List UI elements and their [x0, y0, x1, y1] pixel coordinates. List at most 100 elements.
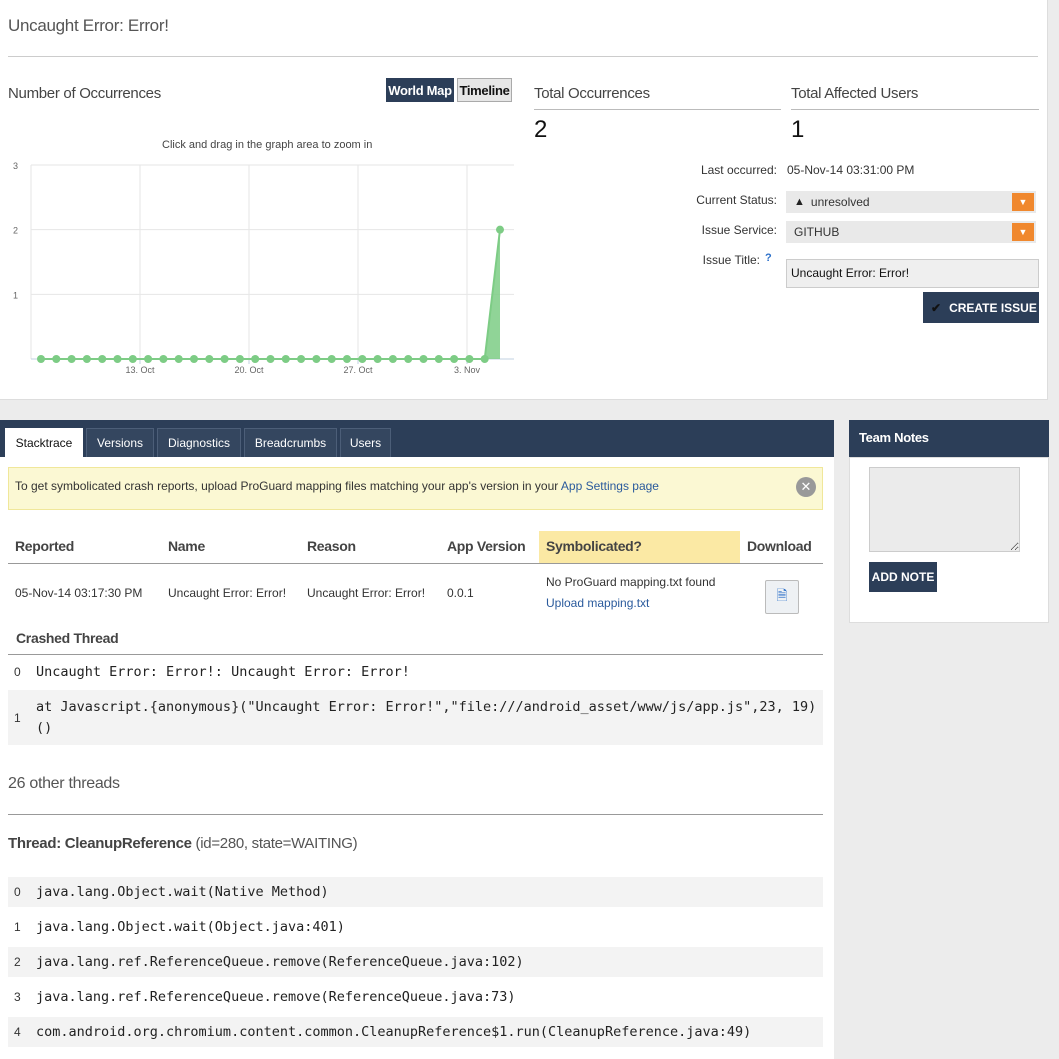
team-notes-panel: ADD NOTE — [849, 457, 1049, 623]
crashed-thread-divider — [8, 654, 823, 655]
data-point — [343, 355, 351, 363]
data-point — [113, 355, 122, 363]
other-threads-divider — [8, 814, 823, 815]
cell-app-version: 0.0.1 — [447, 586, 474, 600]
issue-title-label: Issue Title: — [702, 253, 760, 267]
col-reported: Reported — [15, 538, 75, 554]
frame-text: com.android.org.chromium.content.common.… — [36, 1024, 752, 1040]
create-issue-label: CREATE ISSUE — [949, 300, 1037, 315]
download-button[interactable]: 🗎 — [765, 580, 799, 614]
thread-name: Thread: CleanupReference — [8, 835, 192, 852]
status-label: Current Status: — [696, 193, 777, 207]
y-tick-label: 2 — [13, 226, 18, 236]
frame-number: 1 — [14, 920, 21, 934]
frame-text: java.lang.Object.wait(Object.java:401) — [36, 919, 345, 935]
issue-service-select[interactable]: GITHUB ▼ — [786, 221, 1036, 243]
upload-mapping-link[interactable]: Upload mapping.txt — [546, 596, 649, 610]
team-notes-title: Team Notes — [849, 420, 1049, 457]
error-summary-panel: Uncaught Error: Error! Number of Occurre… — [0, 0, 1048, 400]
data-point — [496, 225, 504, 234]
team-notes-input[interactable] — [869, 467, 1020, 552]
col-symbolicated: Symbolicated? — [546, 538, 642, 554]
data-point — [281, 355, 290, 363]
frame-number: 0 — [14, 885, 21, 899]
data-point — [52, 355, 61, 363]
data-point — [205, 355, 214, 363]
issue-service-label: Issue Service: — [701, 223, 777, 237]
tab-diagnostics[interactable]: Diagnostics — [157, 428, 241, 457]
data-point — [159, 355, 168, 363]
total-occurrences-value: 2 — [534, 116, 548, 143]
tab-breadcrumbs[interactable]: Breadcrumbs — [244, 428, 337, 457]
app-settings-link[interactable]: App Settings page — [561, 479, 659, 493]
x-tick-label: 27. Oct — [343, 365, 373, 375]
cell-reason: Uncaught Error: Error! — [307, 586, 426, 600]
last-occurred-value: 05-Nov-14 03:31:00 PM — [787, 163, 915, 177]
thread-frame-4: 4 com.android.org.chromium.content.commo… — [8, 1017, 823, 1047]
create-issue-button[interactable]: ✔ CREATE ISSUE — [923, 292, 1039, 323]
thread-frame-0: 0 java.lang.Object.wait(Native Method) — [8, 877, 823, 907]
chart-hint: Click and drag in the graph area to zoom… — [162, 139, 373, 151]
data-point — [220, 355, 229, 363]
data-point — [450, 355, 459, 363]
data-point — [327, 355, 336, 363]
frame-number: 1 — [14, 710, 21, 725]
timeline-button[interactable]: Timeline — [457, 78, 512, 102]
occurrences-chart[interactable]: 1 2 3 13. Oct 20. Oct 27. Oct 3. Nov — [0, 155, 520, 380]
tab-versions[interactable]: Versions — [86, 428, 154, 457]
data-point — [312, 355, 321, 363]
thread-meta: (id=280, state=WAITING) — [191, 835, 358, 852]
data-point — [358, 355, 367, 363]
data-point — [419, 355, 428, 363]
frame-number: 3 — [14, 990, 21, 1004]
frame-number: 2 — [14, 955, 21, 969]
tab-stacktrace[interactable]: Stacktrace — [5, 428, 83, 457]
thread-frame-2: 2 java.lang.ref.ReferenceQueue.remove(Re… — [8, 947, 823, 977]
page-title: Uncaught Error: Error! — [8, 16, 169, 35]
data-point — [98, 355, 107, 363]
frame-text: at Javascript.{anonymous}("Uncaught Erro… — [36, 698, 817, 736]
cell-name: Uncaught Error: Error! — [168, 586, 287, 600]
table-divider — [8, 563, 823, 564]
world-map-button[interactable]: World Map — [386, 78, 454, 102]
total-occurrences-divider — [534, 109, 781, 110]
stacktrace-panel: To get symbolicated crash reports, uploa… — [0, 457, 834, 1059]
check-icon: ✔ — [931, 300, 942, 315]
total-users-value: 1 — [791, 116, 805, 143]
data-point — [388, 355, 397, 363]
cell-reported: 05-Nov-14 03:17:30 PM — [15, 586, 143, 600]
issue-title-input[interactable]: Uncaught Error: Error! — [786, 259, 1039, 288]
status-select[interactable]: ▲ unresolved ▼ — [786, 191, 1036, 213]
x-tick-label: 3. Nov — [454, 365, 481, 375]
data-point — [373, 355, 382, 363]
cell-symbolicated: No ProGuard mapping.txt found — [546, 575, 716, 589]
thread-frame-3: 3 java.lang.ref.ReferenceQueue.remove(Re… — [8, 982, 823, 1012]
chevron-down-icon[interactable]: ▼ — [1012, 193, 1034, 211]
help-icon[interactable]: ? — [765, 252, 772, 264]
issue-service-value: GITHUB — [794, 225, 840, 239]
y-tick-label: 3 — [13, 161, 18, 171]
close-icon[interactable]: ✕ — [796, 477, 816, 497]
add-note-button[interactable]: ADD NOTE — [869, 562, 937, 592]
data-point — [434, 355, 443, 363]
thread-frame-1: 1 java.lang.Object.wait(Object.java:401) — [8, 912, 823, 942]
crashed-thread-title: Crashed Thread — [16, 630, 119, 646]
data-point — [67, 355, 76, 363]
total-users-divider — [791, 109, 1039, 110]
tab-users[interactable]: Users — [340, 428, 391, 457]
data-point — [190, 355, 198, 363]
document-icon: 🗎 — [776, 587, 788, 603]
frame-text: Uncaught Error: Error!: Uncaught Error: … — [36, 664, 410, 680]
data-point — [465, 355, 474, 363]
detail-tabs: Stacktrace Versions Diagnostics Breadcru… — [0, 420, 834, 457]
crashed-frame-1: 1 at Javascript.{anonymous}("Uncaught Er… — [8, 690, 823, 745]
data-point — [128, 355, 137, 363]
title-divider — [8, 56, 1038, 57]
chevron-down-icon[interactable]: ▼ — [1012, 223, 1034, 241]
crashed-frame-0: 0 Uncaught Error: Error!: Uncaught Error… — [8, 657, 823, 687]
status-value: unresolved — [810, 195, 870, 209]
data-point — [174, 355, 183, 363]
frame-text: java.lang.ref.ReferenceQueue.remove(Refe… — [36, 989, 516, 1005]
warning-icon: ▲ — [794, 196, 805, 208]
data-point — [144, 355, 153, 363]
